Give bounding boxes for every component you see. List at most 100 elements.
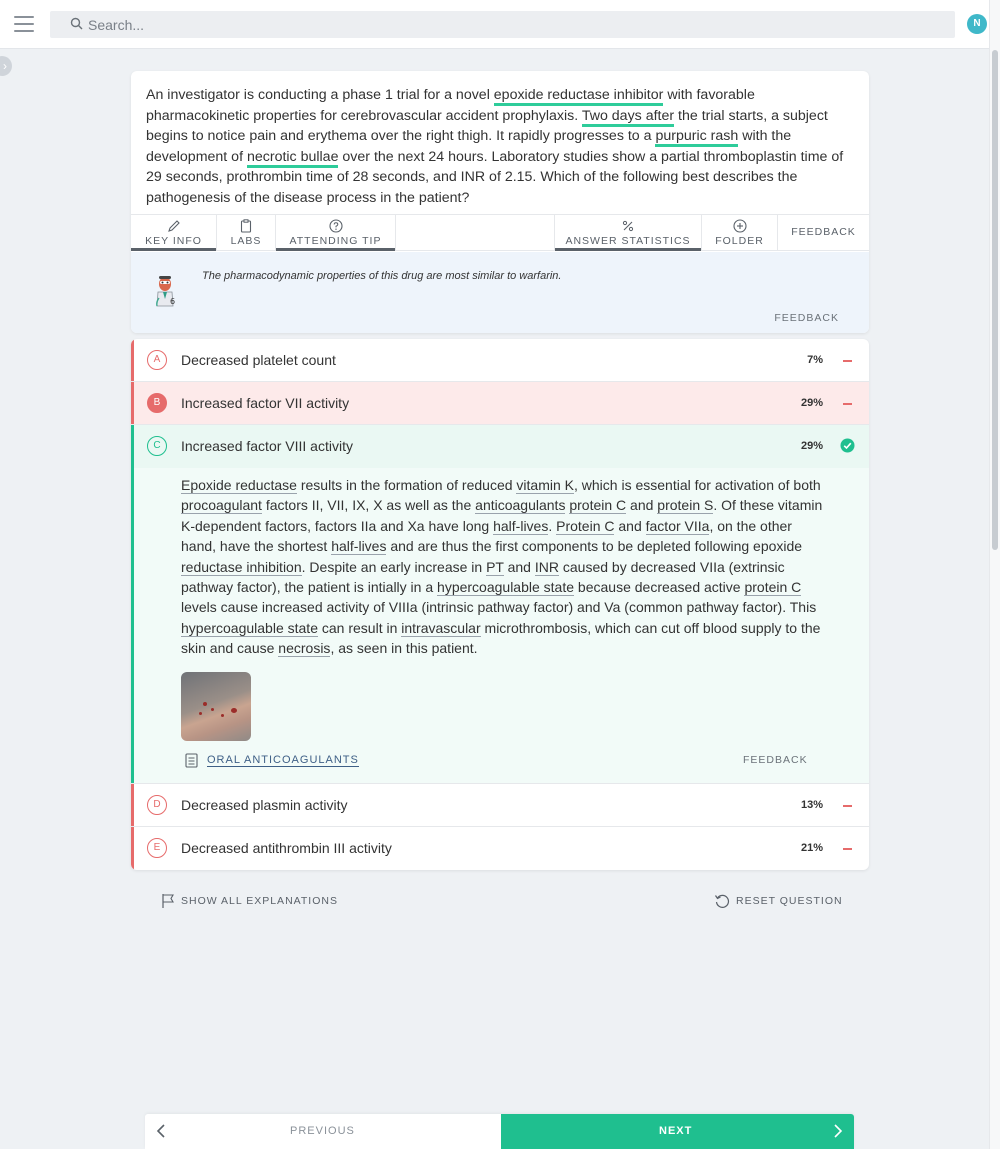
answer-label: Increased factor VII activity [181,395,350,411]
glossary-term-link[interactable]: necrosis [278,640,331,658]
minus-icon [843,848,852,850]
answer-label: Decreased plasmin activity [181,797,348,813]
reset-label: RESET QUESTION [736,894,843,907]
answer-status-bar [131,784,134,826]
show-all-explanations-button[interactable]: SHOW ALL EXPLANATIONS [161,893,338,909]
explanation-text-segment: and [503,558,535,575]
answer-percentage: 13% [800,799,823,811]
answer-option-e[interactable]: E Decreased antithrombin III activity 21… [131,827,869,870]
glossary-term-link[interactable]: PT [486,558,504,576]
glossary-term-link[interactable]: half-lives [493,517,549,535]
glossary-term-link[interactable]: intravascular [401,619,481,637]
explanation-text-segment: , which is essential for activation of b… [574,477,821,493]
folder-button[interactable]: FOLDER [702,215,777,251]
answer-letter: C [147,436,167,456]
reset-question-button[interactable]: RESET QUESTION [714,893,843,909]
explanation-text-segment: , as seen in this patient. [330,640,478,657]
sidebar-toggle[interactable]: › [0,56,12,76]
glossary-term-link[interactable]: vitamin K [516,477,574,494]
glossary-term-link[interactable]: hypercoagulable state [181,619,318,637]
feedback-label: FEEDBACK [791,226,856,238]
glossary-term-link[interactable]: hypercoagulable state [437,579,575,597]
explanation-text-segment: . [548,517,557,534]
pencil-icon [167,220,180,232]
answer-option-c[interactable]: C Increased factor VIII activity 29% [131,425,869,468]
percent-icon [622,220,634,232]
top-bar: N [0,0,1000,49]
explanation-text-segment: can result in [318,619,402,636]
answer-status-bar [131,339,134,381]
question-stem: An investigator is conducting a phase 1 … [146,85,856,208]
explanation-text-segment: and [626,497,658,514]
feedback-button[interactable]: FEEDBACK [778,215,869,251]
attending-tip-label: ATTENDING TIP [289,235,382,247]
explanation-text-segment: because decreased active [574,579,745,596]
glossary-term-link[interactable]: anticoagulants [475,497,566,515]
glossary-term-link[interactable]: Protein C [556,517,615,535]
toolbar-divider [395,215,396,251]
next-label: NEXT [659,1125,693,1137]
answer-statistics-label: ANSWER STATISTICS [565,235,691,247]
explanation-image[interactable] [181,672,251,741]
answer-list: A Decreased platelet count 7% B Increase… [131,339,869,870]
question-text: An investigator is conducting a phase 1 … [146,87,494,103]
answer-option-a[interactable]: A Decreased platelet count 7% [131,339,869,382]
glossary-term-link[interactable]: Epoxide reductase [181,477,297,494]
show-all-label: SHOW ALL EXPLANATIONS [181,894,338,907]
previous-button[interactable]: PREVIOUS [145,1114,501,1149]
chevron-right-icon [834,1124,843,1138]
answer-letter: D [147,795,167,815]
search-box[interactable] [50,11,955,38]
answer-label: Decreased platelet count [181,352,336,368]
chevron-left-icon [156,1124,165,1138]
answer-explanation: Epoxide reductase results in the formati… [131,468,869,784]
explanation-feedback-button[interactable]: FEEDBACK [743,754,808,766]
key-info-label: KEY INFO [145,235,202,247]
explanation-text-segment: and are thus the first components to be … [386,538,803,555]
topic-link[interactable]: ORAL ANTICOAGULANTS [207,754,359,767]
answer-letter: A [147,350,167,370]
search-input[interactable] [88,11,938,38]
explanation-text-segment: and [614,517,646,534]
explanation-text-segment: results in the formation of reduced [296,477,517,493]
key-info-button[interactable]: KEY INFO [131,215,216,251]
search-icon [70,17,83,30]
attending-tip-text: The pharmacodynamic properties of this d… [202,270,562,282]
tip-feedback-button[interactable]: FEEDBACK [774,312,839,324]
answer-status-bar [131,425,134,468]
glossary-term-link[interactable]: procoagulant [181,497,262,515]
reset-icon [715,894,730,908]
scrollbar-thumb[interactable] [992,50,998,550]
highlight-keyword[interactable]: purpuric rash [655,128,739,147]
explanation-text: Epoxide reductase results in the formati… [181,475,826,659]
explanation-text-segment: . Despite an early increase in [301,558,487,575]
answer-option-d[interactable]: D Decreased plasmin activity 13% [131,784,869,827]
glossary-term-link[interactable]: INR [534,558,559,576]
question-circle-icon [328,219,343,233]
answer-option-b[interactable]: B Increased factor VII activity 29% [131,382,869,425]
question-toolbar: KEY INFO LABS ATTENDING TIP ANSWER STATI… [131,214,869,251]
svg-text:6: 6 [170,297,175,306]
question-navigation: PREVIOUS NEXT [145,1114,854,1149]
answer-statistics-button[interactable]: ANSWER STATISTICS [555,215,701,251]
glossary-term-link[interactable]: protein C [569,497,627,515]
attending-tip-button[interactable]: ATTENDING TIP [276,215,395,251]
previous-label: PREVIOUS [290,1125,355,1137]
question-card: An investigator is conducting a phase 1 … [131,71,869,333]
clipboard-icon [240,219,252,233]
highlight-keyword[interactable]: necrotic bullae [246,148,339,168]
glossary-term-link[interactable]: protein C [744,579,802,597]
explanation-text-segment: levels cause increased activity of VIIIa… [181,599,817,616]
glossary-term-link[interactable]: protein S [657,497,714,515]
glossary-term-link[interactable]: reductase inhibition [181,558,302,576]
avatar[interactable]: N [967,14,987,34]
glossary-term-link[interactable]: half-lives [331,538,387,556]
labs-button[interactable]: LABS [217,215,275,251]
highlight-keyword[interactable]: epoxide reductase inhibitor [493,87,664,106]
menu-icon[interactable] [14,16,34,32]
next-button[interactable]: NEXT [501,1114,854,1149]
attending-tip-panel: 6 The pharmacodynamic properties of this… [131,252,869,333]
highlight-keyword[interactable]: Two days after [581,107,675,127]
glossary-term-link[interactable]: factor VIIa [645,517,710,535]
document-icon [185,753,198,768]
